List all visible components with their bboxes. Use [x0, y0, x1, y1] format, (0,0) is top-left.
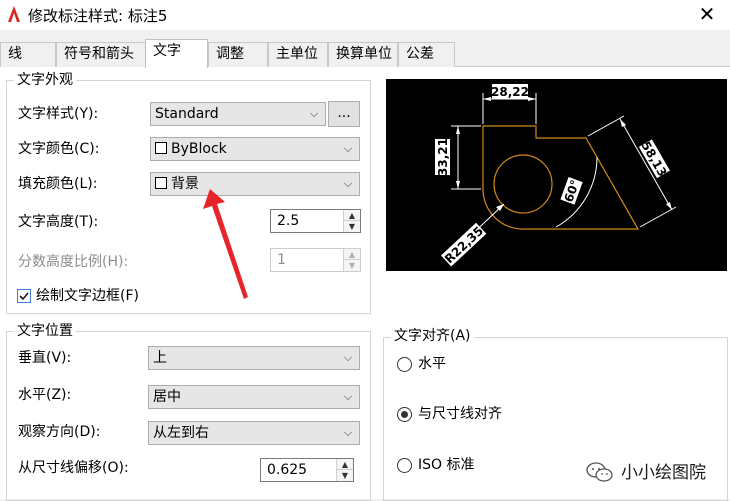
- text-color-label: 文字颜色(C):: [18, 141, 100, 157]
- preview-dim-left: 33,21: [436, 138, 450, 176]
- annotation-arrow-icon: [203, 189, 248, 299]
- text-style-select[interactable]: Standard ⌵: [150, 102, 326, 126]
- tab-text[interactable]: 文字: [145, 39, 208, 68]
- color-swatch-icon: [155, 142, 167, 154]
- preview-dim-top: 28,22: [491, 85, 529, 99]
- chevron-down-icon: ⌵: [343, 351, 353, 364]
- tab-symbols-arrows[interactable]: 符号和箭头: [56, 42, 146, 67]
- text-appearance-title: 文字外观: [14, 71, 76, 89]
- spin-down-icon[interactable]: ▼: [343, 260, 360, 271]
- fraction-height-scale-spinner[interactable]: 1 ▲ ▼: [270, 248, 361, 272]
- text-alignment-title: 文字对齐(A): [391, 327, 474, 345]
- text-color-select[interactable]: ByBlock ⌵: [150, 137, 360, 161]
- wechat-icon: [586, 462, 613, 482]
- preview-drawing: 28,22 33,21 58,13 60° R22,35: [435, 84, 677, 267]
- chevron-down-icon: ⌵: [309, 107, 319, 120]
- horizontal-label: 水平(Z):: [18, 387, 72, 403]
- align-with-dimline-radio[interactable]: [397, 407, 412, 422]
- chevron-down-icon: ⌵: [343, 142, 353, 155]
- align-iso-radio[interactable]: [397, 458, 412, 473]
- view-direction-select[interactable]: 从左到右 ⌵: [148, 421, 360, 445]
- tab-lines[interactable]: 线: [0, 42, 56, 67]
- text-style-browse-button[interactable]: ...: [328, 101, 360, 127]
- text-height-spinner[interactable]: 2.5 ▲ ▼: [270, 209, 361, 233]
- dimension-preview: 28,22 33,21 58,13 60° R22,35: [386, 79, 727, 271]
- preview-dim-angle: 60°: [562, 178, 583, 204]
- title-bar: 修改标注样式: 标注5 ✕: [0, 0, 730, 30]
- spin-down-icon[interactable]: ▼: [336, 470, 353, 481]
- tab-fit[interactable]: 调整: [208, 42, 268, 67]
- tab-content: 文字外观 文字样式(Y): Standard ⌵ ... 文字颜色(C): By…: [0, 67, 730, 501]
- text-style-label: 文字样式(Y):: [18, 106, 99, 122]
- chevron-down-icon: ⌵: [343, 177, 353, 190]
- vertical-label: 垂直(V):: [18, 350, 72, 366]
- fraction-height-scale-label: 分数高度比例(H):: [18, 254, 129, 270]
- tab-bar: 线 符号和箭头 文字 调整 主单位 换算单位 公差: [0, 39, 730, 68]
- autocad-logo-icon: [6, 4, 22, 24]
- text-position-title: 文字位置: [14, 322, 76, 340]
- align-horizontal-label: 水平: [418, 356, 446, 372]
- spin-up-icon[interactable]: ▲: [343, 249, 360, 260]
- window-title: 修改标注样式: 标注5: [28, 7, 168, 25]
- text-height-label: 文字高度(T):: [18, 214, 99, 230]
- horizontal-select[interactable]: 居中 ⌵: [148, 385, 360, 409]
- color-swatch-icon: [155, 177, 167, 189]
- align-with-dimline-label: 与尺寸线对齐: [418, 406, 502, 422]
- spin-up-icon[interactable]: ▲: [336, 459, 353, 470]
- align-iso-label: ISO 标准: [418, 457, 475, 473]
- tab-primary-units[interactable]: 主单位: [268, 42, 328, 67]
- vertical-select[interactable]: 上 ⌵: [148, 346, 360, 370]
- preview-dim-radius: R22,35: [442, 224, 486, 266]
- chevron-down-icon: ⌵: [343, 426, 353, 439]
- tab-tolerances[interactable]: 公差: [398, 42, 455, 67]
- draw-frame-checkbox[interactable]: [17, 289, 31, 303]
- tab-alternate-units[interactable]: 换算单位: [328, 42, 398, 67]
- chevron-down-icon: ⌵: [343, 390, 353, 403]
- view-direction-label: 观察方向(D):: [18, 424, 101, 440]
- fill-color-label: 填充颜色(L):: [18, 176, 98, 192]
- align-horizontal-radio[interactable]: [397, 357, 412, 372]
- spin-up-icon[interactable]: ▲: [343, 210, 360, 221]
- spin-down-icon[interactable]: ▼: [343, 221, 360, 232]
- watermark: 小小绘图院: [585, 458, 706, 483]
- offset-label: 从尺寸线偏移(O):: [18, 460, 129, 476]
- close-button[interactable]: ✕: [684, 0, 730, 30]
- checkmark-icon: [19, 292, 29, 301]
- draw-frame-label: 绘制文字边框(F): [36, 288, 139, 304]
- offset-spinner[interactable]: 0.625 ▲ ▼: [260, 458, 354, 482]
